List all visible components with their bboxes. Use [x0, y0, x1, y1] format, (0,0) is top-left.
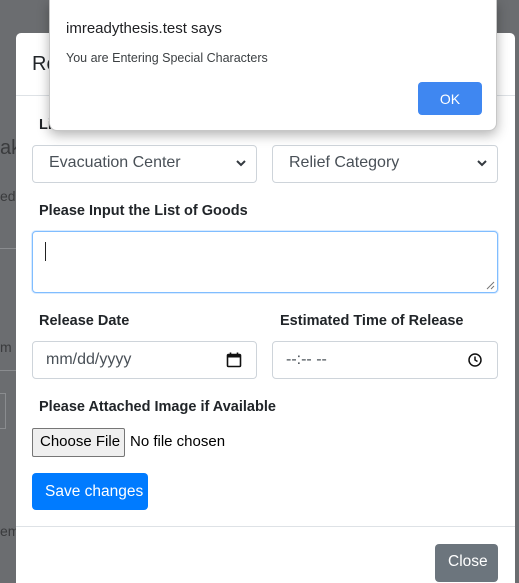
background-text-fragment: m [0, 339, 12, 355]
evacuation-center-value: Evacuation Center [49, 154, 181, 171]
modal-footer-divider [16, 526, 515, 527]
chevron-down-icon [477, 160, 487, 167]
clock-icon[interactable] [467, 352, 483, 368]
background-divider [0, 370, 16, 371]
close-button[interactable]: Close [435, 544, 498, 582]
background-divider [0, 248, 16, 249]
choose-file-button[interactable]: Choose File [32, 428, 125, 457]
alert-ok-button[interactable]: OK [418, 82, 482, 115]
chevron-down-icon [236, 160, 246, 167]
text-caret [45, 242, 46, 261]
save-changes-button[interactable]: Save changes [32, 473, 148, 510]
relief-category-select[interactable]: Relief Category [272, 145, 498, 183]
browser-alert-dialog: imreadythesis.test says You are Entering… [49, 0, 497, 131]
no-file-chosen-text: No file chosen [130, 433, 226, 450]
alert-title: imreadythesis.test says [66, 20, 222, 37]
release-date-input[interactable]: mm/dd/yyyy [32, 341, 257, 379]
release-time-label: Estimated Time of Release [280, 313, 464, 329]
release-date-placeholder: mm/dd/yyyy [46, 351, 132, 368]
goods-textarea[interactable] [32, 231, 498, 293]
relief-category-value: Relief Category [289, 154, 400, 171]
goods-label: Please Input the List of Goods [39, 203, 248, 219]
release-time-placeholder: --:-- -- [286, 351, 327, 368]
image-label: Please Attached Image if Available [39, 399, 276, 415]
evacuation-center-select[interactable]: Evacuation Center [32, 145, 257, 183]
background-box [0, 393, 6, 429]
calendar-icon[interactable] [226, 352, 242, 368]
resize-handle-icon[interactable] [486, 281, 495, 290]
release-time-input[interactable]: --:-- -- [272, 341, 498, 379]
release-date-label: Release Date [39, 313, 130, 329]
alert-message: You are Entering Special Characters [66, 51, 268, 65]
